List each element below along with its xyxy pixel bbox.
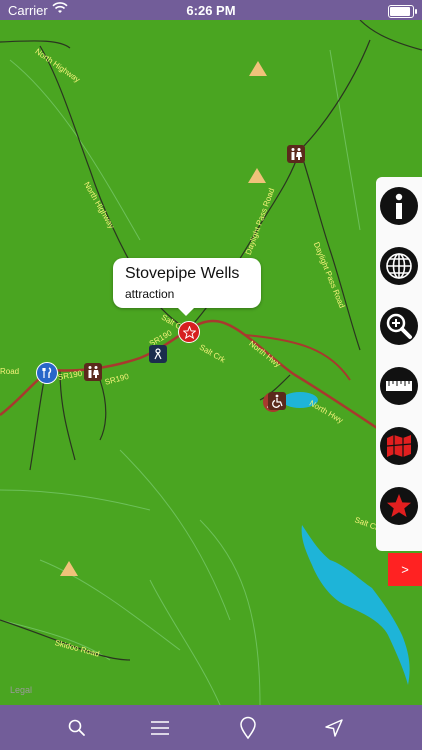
- expand-panel-button[interactable]: >: [388, 553, 422, 586]
- peak-icon[interactable]: [60, 561, 78, 576]
- callout-title: Stovepipe Wells: [125, 265, 240, 282]
- favorites-button[interactable]: [380, 487, 418, 525]
- ruler-icon: [386, 381, 412, 391]
- clock-time: 6:26 PM: [186, 3, 236, 18]
- star-icon: [387, 494, 411, 517]
- list-icon: [151, 720, 169, 735]
- legal-link[interactable]: Legal: [10, 685, 32, 695]
- zoom-button[interactable]: [380, 307, 418, 345]
- place-callout[interactable]: Stovepipe Wells attraction: [113, 258, 261, 316]
- globe-button[interactable]: [380, 247, 418, 285]
- info-button[interactable]: [380, 187, 418, 225]
- battery-icon: [388, 5, 417, 18]
- search-tab[interactable]: [57, 705, 97, 750]
- navigation-arrow-icon: [325, 718, 343, 737]
- location-tab[interactable]: [228, 705, 268, 750]
- map-view[interactable]: North Highway North Highway Daylight Pas…: [0, 20, 422, 705]
- accessible-icon[interactable]: [268, 392, 286, 410]
- location-pin-icon: [240, 716, 256, 739]
- map-layers-button[interactable]: [380, 427, 418, 465]
- map-icon: [386, 435, 412, 457]
- zoom-in-icon: [386, 313, 412, 339]
- peak-icon[interactable]: [249, 61, 267, 76]
- restaurant-icon[interactable]: [36, 362, 58, 384]
- navigation-tab[interactable]: [314, 705, 354, 750]
- restroom-icon[interactable]: [287, 145, 305, 163]
- attraction-marker-icon[interactable]: [178, 321, 200, 343]
- map-tools-panel: [376, 177, 422, 551]
- list-tab[interactable]: [140, 705, 180, 750]
- status-bar: Carrier 6:26 PM: [0, 0, 422, 20]
- measure-button[interactable]: [380, 367, 418, 405]
- tab-bar: [0, 705, 422, 750]
- search-icon: [68, 719, 85, 736]
- info-icon: [395, 193, 403, 219]
- callout-subtitle: attraction: [125, 287, 175, 301]
- restroom-icon[interactable]: [84, 363, 102, 381]
- road-label: Road: [0, 367, 20, 376]
- expand-label: >: [401, 562, 409, 577]
- map-roads-layer: [0, 20, 422, 705]
- viewpoint-icon[interactable]: [149, 345, 167, 363]
- globe-icon: [386, 253, 412, 279]
- peak-icon[interactable]: [248, 168, 266, 183]
